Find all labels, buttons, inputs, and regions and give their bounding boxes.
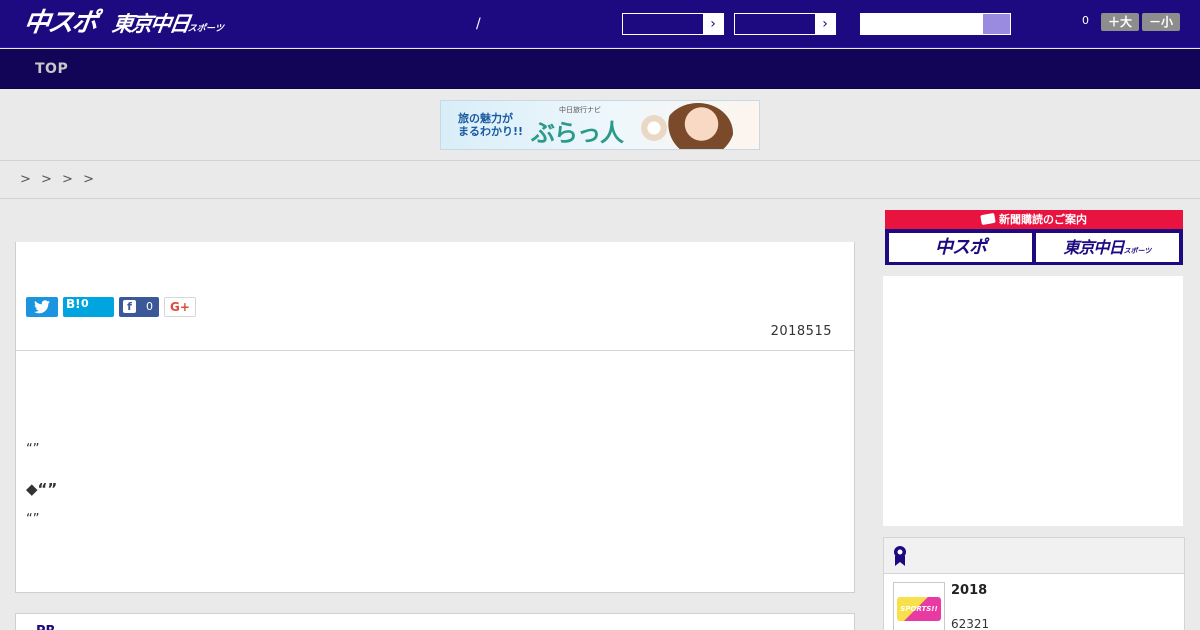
chevron-right-icon[interactable]: ›	[815, 14, 835, 34]
divider	[16, 350, 854, 351]
subscribe-chuspo-button[interactable]: 中スポ	[889, 233, 1032, 262]
banner-brand: ぶらっ人	[531, 118, 624, 147]
article-date: 2018515	[770, 324, 832, 339]
travel-banner-ad[interactable]: 旅の魅力が まるわかり!! 中日旅行ナビ ぶらっ人	[440, 100, 760, 150]
subscribe-tokyo-text: 東京中日	[1063, 238, 1125, 257]
ranking-medal-icon	[894, 546, 906, 566]
ranking-item-title[interactable]: 2018	[951, 583, 987, 598]
ranking-thumbnail[interactable]: SPORTS!!	[893, 582, 945, 630]
twitter-icon	[34, 300, 50, 314]
hatena-icon: B!	[66, 297, 81, 311]
facebook-icon: f	[123, 300, 136, 313]
subscription-box: 新聞購読のご案内 中スポ 東京中日スポーツ	[885, 210, 1183, 265]
chevron-right-icon[interactable]: ›	[703, 14, 723, 34]
subscription-heading: 新聞購読のご案内	[885, 210, 1183, 229]
sidebar-ad-slot[interactable]	[883, 276, 1183, 526]
banner-person-image	[663, 103, 733, 149]
tokyo-logo-suffix: スポーツ	[186, 24, 225, 34]
newspaper-icon	[980, 212, 996, 226]
twitter-share-button[interactable]	[26, 297, 58, 317]
tokyo-logo-text: 東京中日	[110, 12, 191, 36]
banner-line-1: 旅の魅力が	[458, 112, 513, 125]
ranking-box: SPORTS!! 2018 62321	[883, 537, 1185, 630]
ranking-item-subtitle: 62321	[951, 617, 990, 630]
top-header: 中スポ 東京中日スポーツ / › › 0 ＋大 －小	[0, 0, 1200, 48]
breadcrumb[interactable]: > > > >	[20, 172, 97, 187]
category-select-2[interactable]: ›	[734, 13, 836, 35]
article-body-line: “”	[26, 442, 40, 457]
article-body-line: “”	[26, 512, 40, 527]
facebook-count: 0	[146, 300, 153, 313]
main-nav: TOP	[0, 49, 1200, 89]
divider	[0, 198, 1200, 199]
hatena-bookmark-button[interactable]: B! 0	[63, 297, 114, 317]
hatena-count: 0	[81, 297, 89, 310]
google-plus-share-button[interactable]: G+	[164, 297, 196, 317]
subscribe-tokyo-suffix: スポーツ	[1123, 247, 1152, 255]
divider	[0, 160, 1200, 161]
font-smaller-button[interactable]: －小	[1142, 13, 1180, 31]
banner-line-2: まるわかり!!	[458, 125, 524, 138]
ranking-thumbnail-label: SPORTS!!	[897, 597, 941, 621]
category-select-1[interactable]: ›	[622, 13, 724, 35]
tokyo-chunichi-logo[interactable]: 東京中日スポーツ	[110, 11, 226, 42]
banner-text: 旅の魅力が まるわかり!!	[458, 112, 523, 138]
search-button[interactable]	[982, 13, 1011, 35]
pr-card: PR	[15, 613, 855, 630]
font-larger-button[interactable]: ＋大	[1101, 13, 1139, 31]
header-slash: /	[476, 16, 481, 32]
chuspo-logo[interactable]: 中スポ	[22, 7, 99, 39]
pr-card-title: PR	[36, 624, 56, 630]
article-card: B! 0 f 0 G+ 2018515 “” ◆“” “”	[15, 242, 855, 593]
ranking-header	[884, 538, 1184, 574]
article-body-line: ◆“”	[26, 480, 58, 498]
counter-text: 0	[1082, 14, 1089, 27]
facebook-share-button[interactable]: f 0	[119, 297, 159, 317]
subscribe-tokyo-chunichi-button[interactable]: 東京中日スポーツ	[1036, 233, 1179, 262]
search-input[interactable]	[860, 13, 982, 35]
subscription-heading-text: 新聞購読のご案内	[999, 213, 1087, 226]
nav-item-top[interactable]: TOP	[35, 61, 68, 77]
